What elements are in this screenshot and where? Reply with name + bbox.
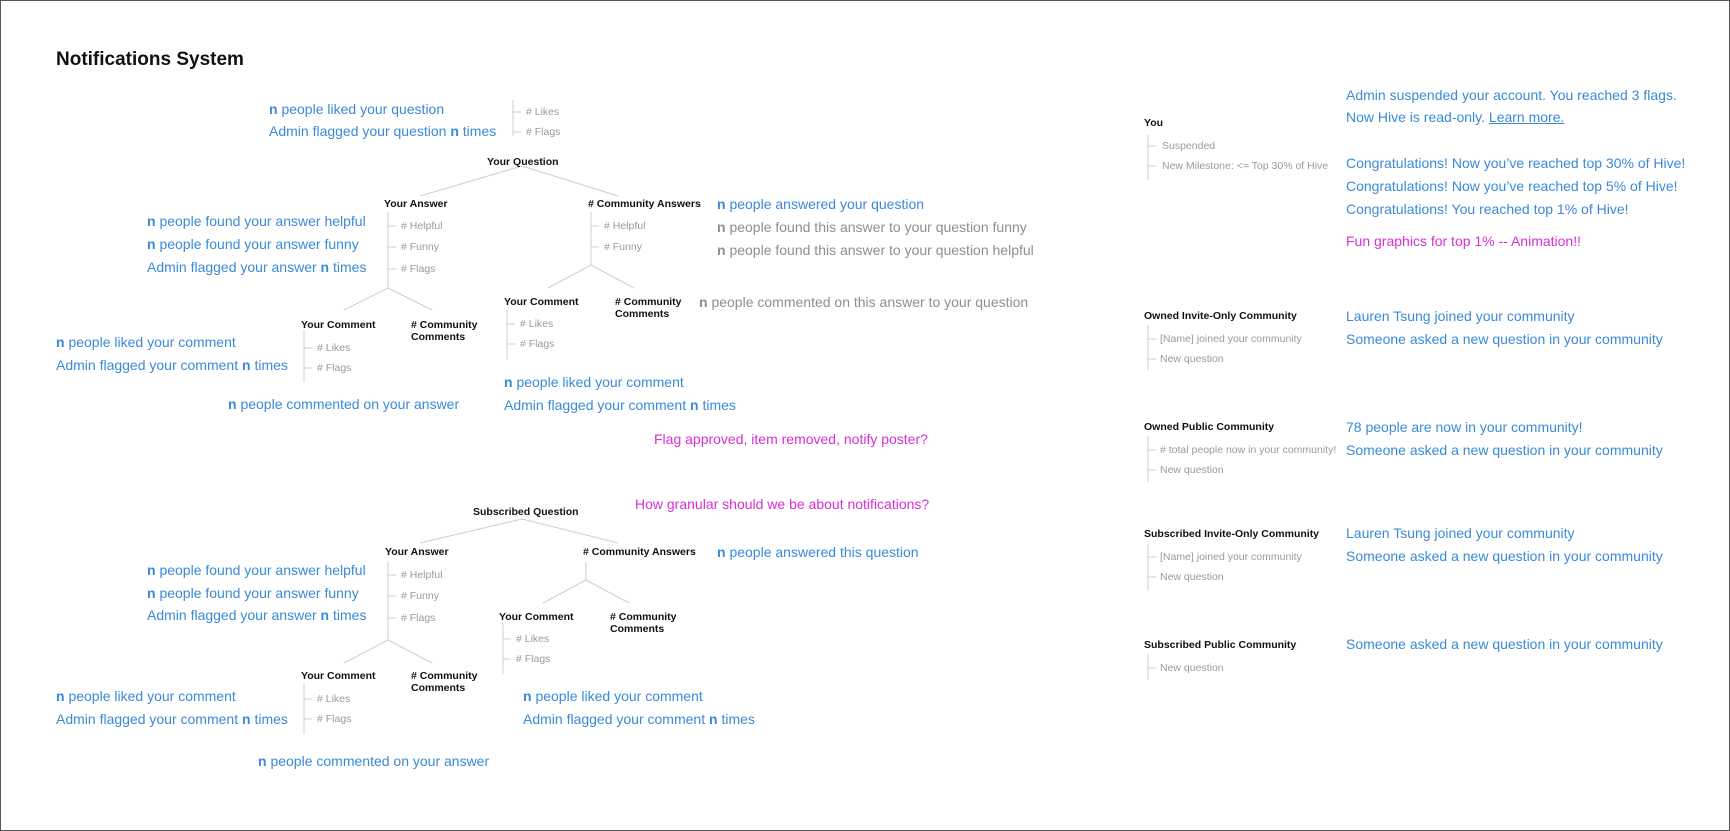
you-item-milestone: New Milestone: <= Top 30% of Hive — [1162, 160, 1329, 172]
stat-comment-likes: # Likes — [317, 342, 351, 354]
note-ca-comment-likes: n people liked your comment — [504, 374, 684, 390]
note-you-readonly: Now Hive is read-only. Learn more. — [1346, 109, 1565, 125]
stat-sub-ca-comment-likes: # Likes — [516, 633, 550, 645]
note-ca-comments: n people commented on this answer to you… — [699, 294, 1029, 310]
note-owned-public-total: 78 people are now in your community! — [1346, 419, 1583, 435]
note-ca-helpful: n people found this answer to your quest… — [717, 242, 1034, 258]
node-sub-ca-your-comment: Your Comment — [499, 611, 574, 623]
sub-public-item-question: New question — [1160, 662, 1224, 674]
node-your-comment: Your Comment — [301, 319, 376, 331]
node-sub-community-comments: # Community Comments — [411, 670, 478, 694]
note-sub-ca-comment-likes: n people liked your comment — [523, 688, 703, 704]
question-granular: How granular should we be about notifica… — [635, 496, 930, 512]
note-sub-comment-likes: n people liked your comment — [56, 688, 236, 704]
note-sub-invite-question: Someone asked a new question in your com… — [1346, 548, 1663, 564]
question-flag-approved: Flag approved, item removed, notify post… — [654, 431, 928, 447]
stat-sub-comment-likes: # Likes — [317, 693, 351, 705]
note-question-likes: n people liked your question — [269, 101, 445, 117]
node-community-comments: # Community Comments — [411, 319, 478, 343]
note-answer-funny: n people found your answer funny — [147, 236, 359, 252]
stat-question-flags: # Flags — [526, 126, 561, 138]
node-your-answer: Your Answer — [384, 198, 448, 210]
node-owned-invite-community: Owned Invite-Only Community — [1144, 310, 1297, 322]
node-sub-community-answers: # Community Answers — [583, 546, 696, 558]
stat-ca-comment-likes: # Likes — [520, 318, 554, 330]
note-comment-flags: Admin flagged your comment n times — [56, 357, 288, 373]
stat-sub-answer-funny: # Funny — [401, 590, 439, 602]
note-answer-helpful: n people found your answer helpful — [147, 213, 366, 229]
node-ca-your-comment: Your Comment — [504, 296, 579, 308]
node-subscribed-invite-community: Subscribed Invite-Only Community — [1144, 528, 1320, 540]
note-answer-comments: n people commented on your answer — [228, 396, 460, 412]
note-sub-ca-comment-flags: Admin flagged your comment n times — [523, 711, 755, 727]
note-sub-ca-answered: n people answered this question — [717, 544, 919, 560]
owned-invite-item-joined: [Name] joined your community — [1160, 333, 1302, 345]
stat-sub-ca-comment-flags: # Flags — [516, 653, 551, 665]
stat-sub-answer-helpful: # Helpful — [401, 569, 443, 581]
note-owned-invite-question: Someone asked a new question in your com… — [1346, 331, 1663, 347]
node-your-question: Your Question — [487, 156, 559, 168]
note-sub-comment-flags: Admin flagged your comment n times — [56, 711, 288, 727]
node-you: You — [1144, 117, 1164, 129]
node-owned-public-community: Owned Public Community — [1144, 421, 1275, 433]
note-you-suspended: Admin suspended your account. You reache… — [1346, 87, 1677, 103]
note-owned-invite-joined: Lauren Tsung joined your community — [1346, 308, 1575, 324]
note-sub-answer-helpful: n people found your answer helpful — [147, 562, 366, 578]
stat-sub-comment-flags: # Flags — [317, 713, 352, 725]
stat-question-likes: # Likes — [526, 106, 560, 118]
stat-answer-helpful: # Helpful — [401, 220, 443, 232]
note-sub-answer-flags: Admin flagged your answer n times — [147, 607, 367, 623]
owned-public-item-total: # total people now in your community! — [1160, 444, 1337, 456]
note-sub-public-question: Someone asked a new question in your com… — [1346, 636, 1663, 652]
node-community-answers: # Community Answers — [588, 198, 701, 210]
note-sub-answer-funny: n people found your answer funny — [147, 585, 359, 601]
stat-answer-flags: # Flags — [401, 263, 436, 275]
owned-public-item-question: New question — [1160, 464, 1224, 476]
note-comment-likes: n people liked your comment — [56, 334, 236, 350]
note-sub-answer-comments: n people commented on your answer — [258, 753, 490, 769]
stat-sub-answer-flags: # Flags — [401, 612, 436, 624]
node-subscribed-public-community: Subscribed Public Community — [1144, 639, 1297, 651]
note-ca-answered: n people answered your question — [717, 196, 925, 212]
you-item-suspended: Suspended — [1162, 140, 1216, 152]
sub-invite-item-joined: [Name] joined your community — [1160, 551, 1302, 563]
note-question-flags: Admin flagged your question n times — [269, 123, 497, 139]
note-owned-public-question: Someone asked a new question in your com… — [1346, 442, 1663, 458]
note-sub-invite-joined: Lauren Tsung joined your community — [1346, 525, 1575, 541]
stat-ca-comment-flags: # Flags — [520, 338, 555, 350]
node-sub-your-comment: Your Comment — [301, 670, 376, 682]
note-you-top30: Congratulations! Now you’ve reached top … — [1346, 155, 1686, 171]
node-ca-community-comments: # Community Comments — [615, 296, 682, 320]
owned-invite-item-question: New question — [1160, 353, 1224, 365]
node-sub-your-answer: Your Answer — [385, 546, 449, 558]
note-ca-comment-flags: Admin flagged your comment n times — [504, 397, 736, 413]
note-you-top1: Congratulations! You reached top 1% of H… — [1346, 201, 1629, 217]
stat-ca-helpful: # Helpful — [604, 220, 646, 232]
stat-comment-flags: # Flags — [317, 362, 352, 374]
learn-more-link[interactable]: Learn more. — [1489, 109, 1564, 125]
note-answer-flags: Admin flagged your answer n times — [147, 259, 367, 275]
stat-ca-funny: # Funny — [604, 241, 642, 253]
sub-invite-item-question: New question — [1160, 571, 1224, 583]
node-subscribed-question: Subscribed Question — [473, 506, 579, 518]
node-sub-ca-community-comments: # Community Comments — [610, 611, 677, 635]
note-fun-graphics: Fun graphics for top 1% -- Animation!! — [1346, 233, 1581, 249]
note-you-top5: Congratulations! Now you’ve reached top … — [1346, 178, 1678, 194]
page-title: Notifications System — [56, 49, 244, 70]
note-ca-funny: n people found this answer to your quest… — [717, 219, 1027, 235]
stat-answer-funny: # Funny — [401, 241, 439, 253]
